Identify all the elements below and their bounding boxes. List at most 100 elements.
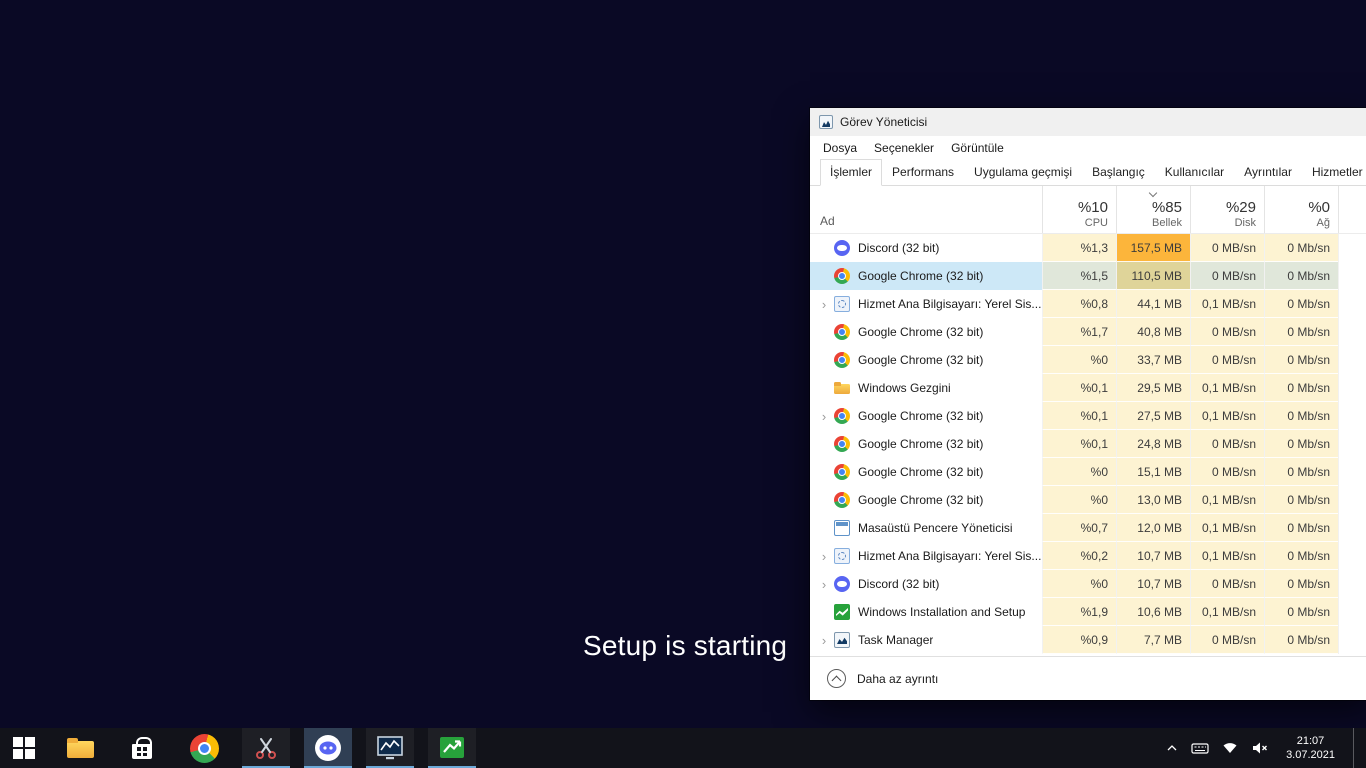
task-manager-icon — [819, 115, 833, 129]
memory-cell: 157,5 MB — [1116, 234, 1190, 262]
volume-muted-icon[interactable] — [1251, 728, 1268, 768]
process-row[interactable]: Windows Installation and Setup %1,9 10,6… — [810, 598, 1366, 626]
process-name-cell: Discord (32 bit) — [810, 234, 1042, 262]
process-name-cell: Masaüstü Pencere Yöneticisi — [810, 514, 1042, 542]
network-cell: 0 Mb/sn — [1264, 402, 1338, 430]
disk-cell: 0 MB/sn — [1190, 430, 1264, 458]
taskbar-microsoft-store[interactable] — [118, 728, 166, 768]
memory-cell: 29,5 MB — [1116, 374, 1190, 402]
process-row[interactable]: › Hizmet Ana Bilgisayarı: Yerel Sis... %… — [810, 542, 1366, 570]
task-manager-window: Görev Yöneticisi Dosya Seçenekler Görüntül… — [810, 108, 1366, 700]
process-row[interactable]: Windows Gezgini %0,1 29,5 MB 0,1 MB/sn 0… — [810, 374, 1366, 402]
cpu-cell: %1,9 — [1042, 598, 1116, 626]
discord-icon — [315, 735, 341, 761]
windows-start-icon — [13, 737, 35, 759]
process-row[interactable]: Google Chrome (32 bit) %0,1 24,8 MB 0 MB… — [810, 430, 1366, 458]
row-filler — [1338, 542, 1366, 570]
row-filler — [1338, 234, 1366, 262]
disk-cell: 0,1 MB/sn — [1190, 486, 1264, 514]
tab-strip: İşlemler Performans Uygulama geçmişi Başlan… — [810, 159, 1366, 186]
process-name: Masaüstü Pencere Yöneticisi — [858, 521, 1013, 535]
row-filler — [1338, 458, 1366, 486]
service-icon — [834, 548, 850, 564]
file-explorer-icon — [66, 738, 94, 758]
taskbar-file-explorer[interactable] — [56, 728, 104, 768]
expand-chevron-icon[interactable]: › — [816, 633, 832, 648]
chrome-icon — [834, 268, 850, 284]
network-icon[interactable] — [1222, 728, 1238, 768]
row-filler — [1338, 626, 1366, 654]
setup-app-icon — [440, 737, 464, 758]
process-row[interactable]: Google Chrome (32 bit) %0 15,1 MB 0 MB/s… — [810, 458, 1366, 486]
menu-seçenekler[interactable]: Seçenekler — [874, 141, 934, 155]
taskbar-snipping-tool[interactable] — [242, 728, 290, 768]
column-header-disk[interactable]: %29 Disk — [1190, 186, 1264, 233]
process-row[interactable]: › Hizmet Ana Bilgisayarı: Yerel Sis... %… — [810, 290, 1366, 318]
process-name: Hizmet Ana Bilgisayarı: Yerel Sis... — [858, 297, 1042, 311]
fewer-details-button[interactable] — [827, 669, 846, 688]
network-cell: 0 Mb/sn — [1264, 626, 1338, 654]
menu-görüntüle[interactable]: Görüntüle — [951, 141, 1004, 155]
process-name-cell: Windows Installation and Setup — [810, 598, 1042, 626]
hidden-icons-chevron-icon[interactable] — [1166, 728, 1178, 768]
column-header-cpu[interactable]: %10 CPU — [1042, 186, 1116, 233]
process-name: Google Chrome (32 bit) — [858, 269, 984, 283]
expand-chevron-icon[interactable]: › — [816, 297, 832, 312]
process-row[interactable]: Google Chrome (32 bit) %1,5 110,5 MB 0 M… — [810, 262, 1366, 290]
network-cell: 0 Mb/sn — [1264, 514, 1338, 542]
process-row[interactable]: › Discord (32 bit) %0 10,7 MB 0 MB/sn 0 … — [810, 570, 1366, 598]
process-row[interactable]: Masaüstü Pencere Yöneticisi %0,7 12,0 MB… — [810, 514, 1366, 542]
taskbar-clock[interactable]: 21:07 3.07.2021 — [1281, 734, 1340, 762]
expand-chevron-icon[interactable]: › — [816, 409, 832, 424]
memory-cell: 24,8 MB — [1116, 430, 1190, 458]
start-button[interactable] — [0, 728, 48, 768]
tab-6[interactable]: Ayrıntılar — [1234, 159, 1302, 186]
column-header-name[interactable]: Ad — [810, 186, 1042, 233]
memory-cell: 15,1 MB — [1116, 458, 1190, 486]
row-filler — [1338, 486, 1366, 514]
taskmgr-icon — [834, 632, 850, 648]
chrome-icon — [834, 436, 850, 452]
tab-1[interactable]: İşlemler — [820, 159, 883, 186]
process-name-cell: › Discord (32 bit) — [810, 570, 1042, 598]
taskbar-setup-app[interactable] — [428, 728, 476, 768]
column-header-ağ[interactable]: %0 Ağ — [1264, 186, 1338, 233]
disk-cell: 0,1 MB/sn — [1190, 402, 1264, 430]
process-row[interactable]: Google Chrome (32 bit) %0 33,7 MB 0 MB/s… — [810, 346, 1366, 374]
snipping-tool-icon — [256, 738, 276, 759]
process-row[interactable]: Google Chrome (32 bit) %0 13,0 MB 0,1 MB… — [810, 486, 1366, 514]
touch-keyboard-icon[interactable] — [1191, 728, 1209, 768]
setup-icon — [834, 604, 850, 620]
taskbar-chrome[interactable] — [180, 728, 228, 768]
expand-chevron-icon[interactable]: › — [816, 549, 832, 564]
taskbar-discord[interactable] — [304, 728, 352, 768]
process-row[interactable]: Discord (32 bit) %1,3 157,5 MB 0 MB/sn 0… — [810, 234, 1366, 262]
tab-7[interactable]: Hizmetler — [1302, 159, 1366, 186]
fewer-details-label: Daha az ayrıntı — [857, 671, 939, 686]
process-row[interactable]: › Google Chrome (32 bit) %0,1 27,5 MB 0,… — [810, 402, 1366, 430]
chrome-icon — [189, 733, 219, 763]
tab-2[interactable]: Performans — [882, 159, 964, 186]
taskbar-task-manager[interactable] — [366, 728, 414, 768]
chrome-icon — [834, 408, 850, 424]
details-footer: Daha az ayrıntı — [810, 656, 1366, 700]
process-row[interactable]: › Task Manager %0,9 7,7 MB 0 MB/sn 0 Mb/… — [810, 626, 1366, 654]
tab-4[interactable]: Başlangıç — [1082, 159, 1155, 186]
chrome-icon — [834, 464, 850, 480]
memory-cell: 12,0 MB — [1116, 514, 1190, 542]
title-bar[interactable]: Görev Yöneticisi — [810, 108, 1366, 136]
chrome-icon — [834, 324, 850, 340]
menu-dosya[interactable]: Dosya — [823, 141, 857, 155]
tab-3[interactable]: Uygulama geçmişi — [964, 159, 1082, 186]
expand-chevron-icon[interactable]: › — [816, 577, 832, 592]
column-header-bellek[interactable]: %85 Bellek — [1116, 186, 1190, 233]
process-name: Task Manager — [858, 633, 934, 647]
row-filler — [1338, 514, 1366, 542]
network-cell: 0 Mb/sn — [1264, 486, 1338, 514]
tab-5[interactable]: Kullanıcılar — [1155, 159, 1234, 186]
setup-status-text: Setup is starting — [583, 630, 788, 661]
process-row[interactable]: Google Chrome (32 bit) %1,7 40,8 MB 0 MB… — [810, 318, 1366, 346]
show-desktop-button[interactable] — [1353, 728, 1358, 768]
row-filler — [1338, 290, 1366, 318]
memory-cell: 27,5 MB — [1116, 402, 1190, 430]
